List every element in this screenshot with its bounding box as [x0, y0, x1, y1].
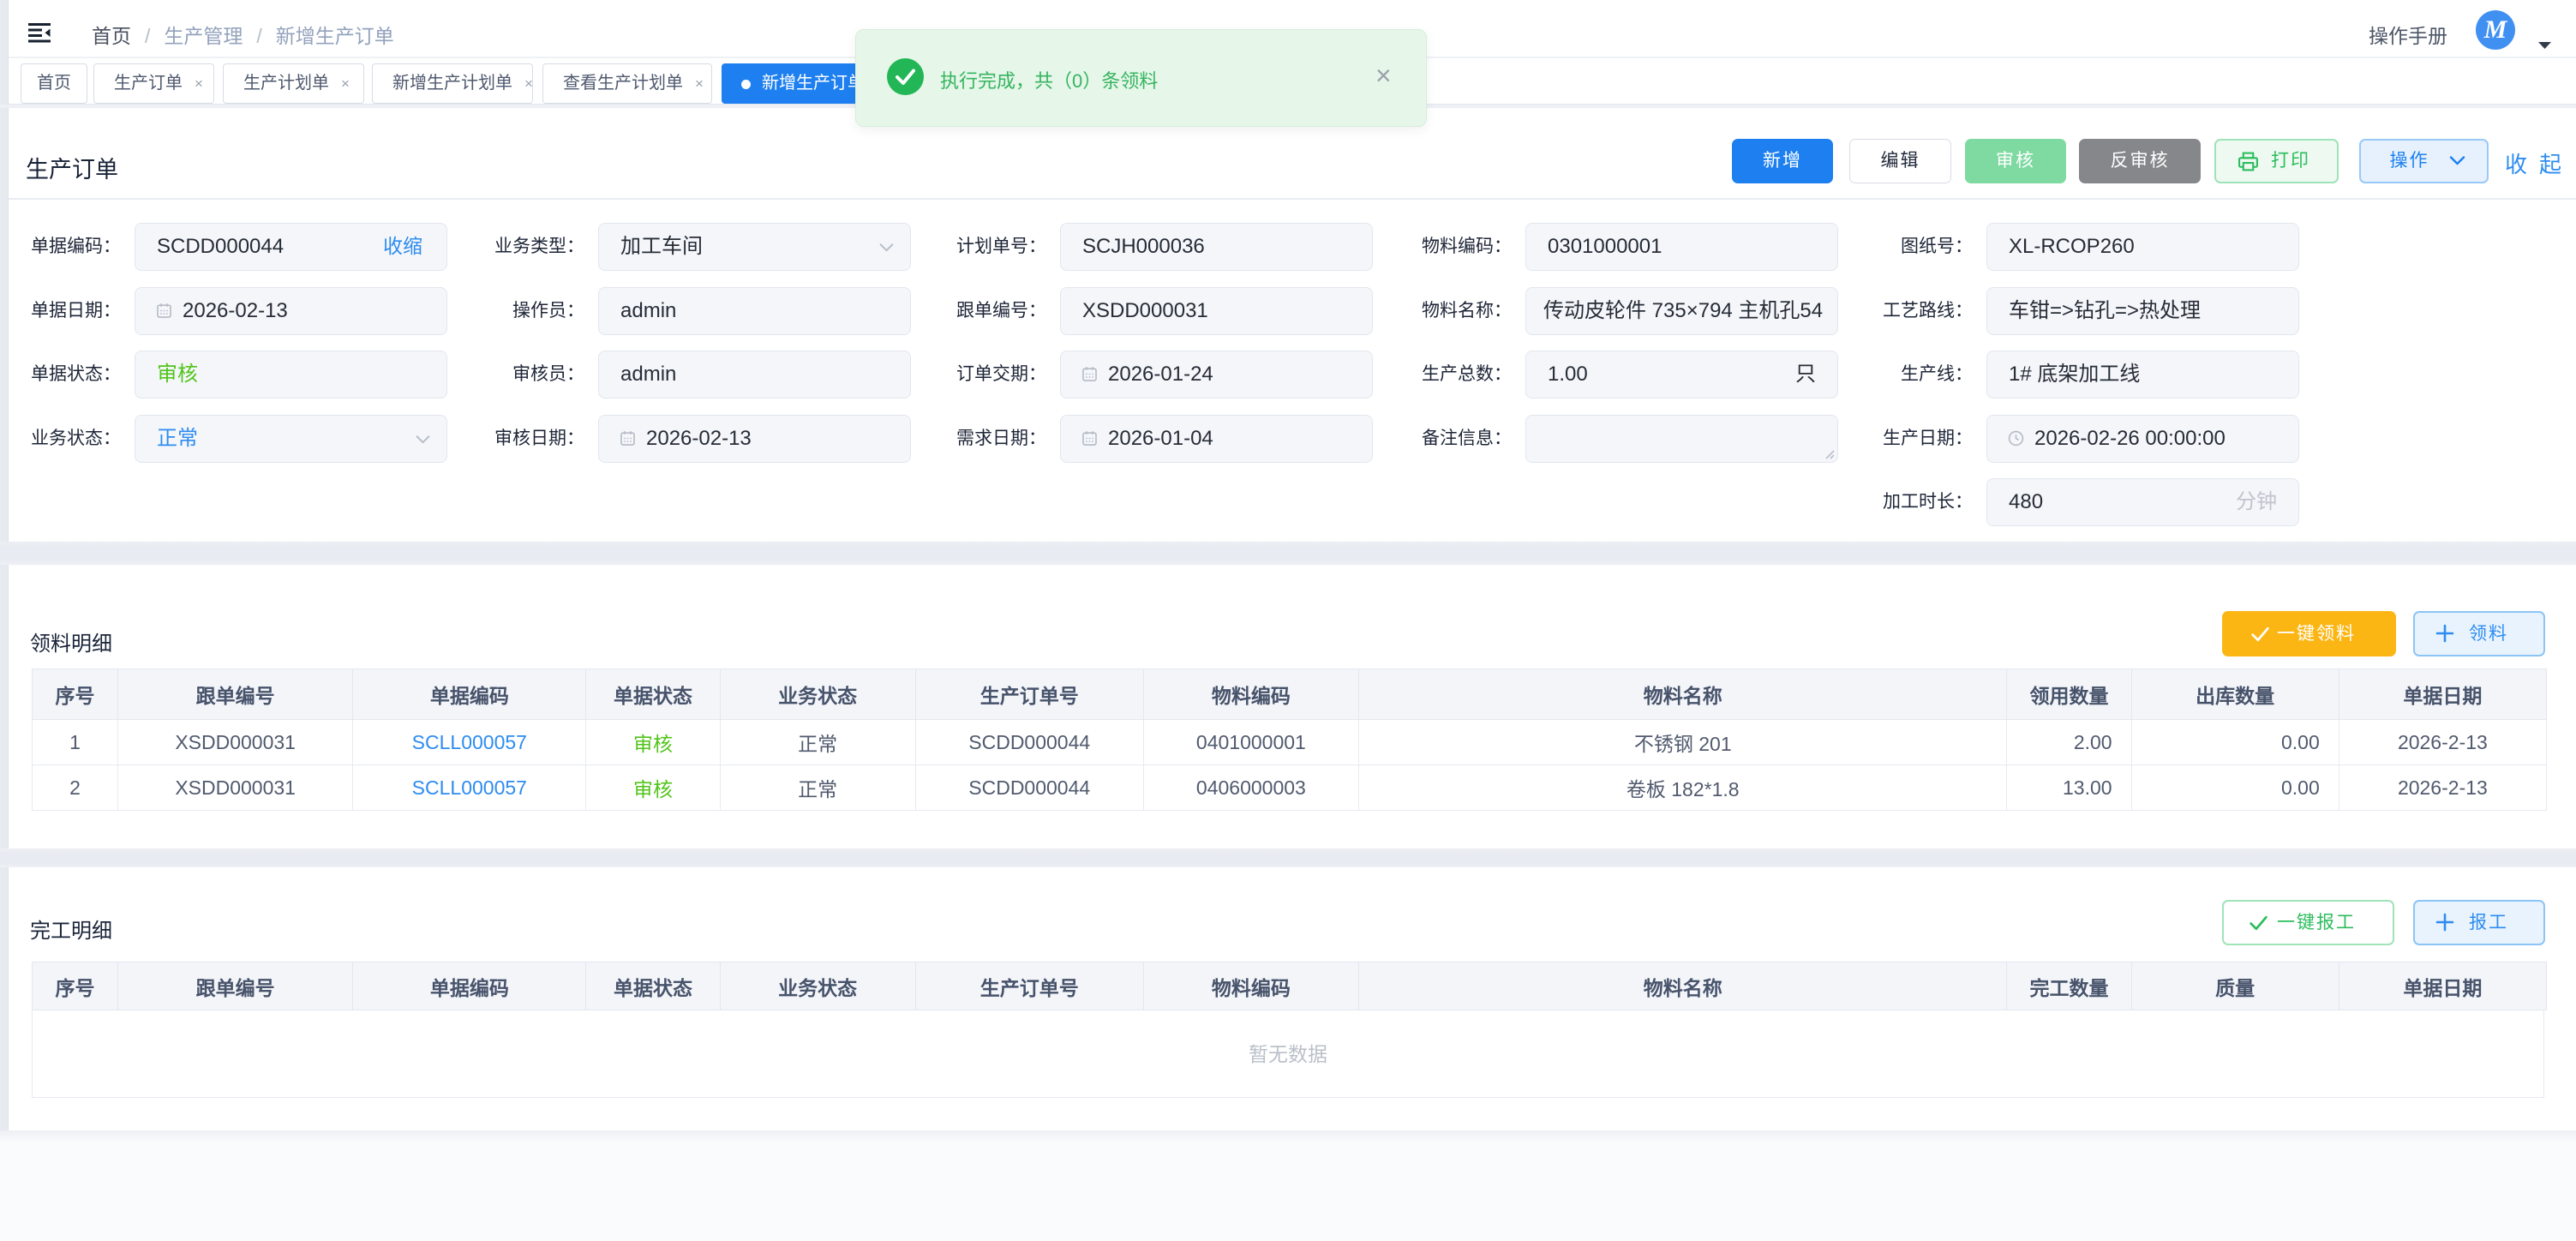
svg-text:M: M — [2483, 15, 2508, 44]
